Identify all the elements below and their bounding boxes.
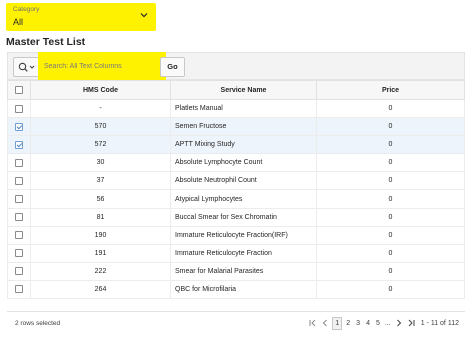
hms-code-cell: 572 (30, 135, 171, 155)
hms-code-cell: 191 (30, 243, 171, 263)
hms-code-cell: 222 (30, 261, 171, 281)
service-name-cell: Absolute Lymphocyte Count (170, 153, 317, 173)
row-select-cell[interactable] (7, 171, 31, 191)
first-page-icon[interactable] (308, 318, 318, 328)
pagination: 1 2 3 4 5 ... 1 - 11 of 112 (307, 316, 459, 330)
price-cell: 0 (316, 171, 465, 191)
page-button-5[interactable]: 5 (374, 318, 382, 329)
next-page-icon[interactable] (394, 318, 404, 328)
category-select[interactable]: Category All (6, 3, 156, 31)
column-header-price[interactable]: Price (316, 80, 465, 100)
row-checkbox[interactable] (15, 158, 23, 167)
service-name-cell: Immature Reticulocyte Fraction(IRF) (170, 225, 317, 245)
row-select-cell[interactable] (7, 261, 31, 281)
row-checkbox[interactable] (15, 104, 23, 113)
price-cell: 0 (316, 135, 465, 155)
column-header-hms-code[interactable]: HMS Code (30, 80, 171, 100)
search-column-button[interactable] (13, 57, 41, 77)
price-cell: 0 (316, 153, 465, 173)
hms-code-cell: 264 (30, 279, 171, 300)
page-range: 1 - 11 of 112 (420, 319, 459, 327)
service-name-cell: Platlets Manual (170, 98, 317, 119)
price-cell: 0 (316, 207, 465, 227)
select-all-checkbox[interactable] (15, 86, 23, 94)
row-checkbox[interactable] (15, 213, 23, 222)
page-button-1[interactable]: 1 (332, 316, 343, 330)
service-name-cell: Atypical Lymphocytes (170, 189, 317, 209)
row-checkbox[interactable] (15, 195, 23, 204)
hms-code-cell: 570 (30, 117, 171, 137)
row-checkbox[interactable] (15, 122, 23, 131)
page-button-2[interactable]: 2 (344, 318, 352, 329)
service-name-cell: Smear for Malarial Parasites (170, 261, 317, 281)
row-checkbox[interactable] (15, 176, 23, 185)
table-row[interactable]: 30 Absolute Lymphocyte Count 0 (7, 153, 465, 173)
hms-code-cell: 81 (30, 207, 171, 227)
service-name-cell: QBC for Microfilaria (170, 279, 317, 300)
search-field (38, 52, 166, 80)
go-button[interactable]: Go (160, 57, 185, 77)
master-test-grid: HMS Code Service Name Price - Platlets Ma… (7, 80, 465, 300)
grid-footer: 2 rows selected 1 2 3 4 5 ... 1 - 11 of … (7, 311, 465, 333)
price-cell: 0 (316, 98, 465, 119)
table-row[interactable]: - Platlets Manual 0 (7, 98, 465, 119)
page-title: Master Test List (6, 36, 86, 48)
row-select-cell[interactable] (7, 279, 31, 300)
chevron-down-icon (140, 13, 148, 18)
row-checkbox[interactable] (15, 267, 23, 276)
table-row[interactable]: 81 Buccal Smear for Sex Chromatin 0 (7, 207, 465, 227)
header-row: HMS Code Service Name Price (7, 80, 465, 100)
column-header-service-name[interactable]: Service Name (170, 80, 317, 100)
table-row[interactable]: 191 Immature Reticulocyte Fraction 0 (7, 243, 465, 263)
table-row[interactable]: 572 APTT Mixing Study 0 (7, 135, 465, 155)
search-icon (18, 62, 35, 72)
price-cell: 0 (316, 261, 465, 281)
hms-code-cell: 37 (30, 171, 171, 191)
service-name-cell: Buccal Smear for Sex Chromatin (170, 207, 317, 227)
row-select-cell[interactable] (7, 225, 31, 245)
row-select-cell[interactable] (7, 207, 31, 227)
toolbar: Go (7, 52, 465, 80)
row-select-cell[interactable] (7, 153, 31, 173)
table-row[interactable]: 190 Immature Reticulocyte Fraction(IRF) 0 (7, 225, 465, 245)
row-checkbox[interactable] (15, 231, 23, 240)
page-button-4[interactable]: 4 (364, 318, 372, 329)
service-name-cell: APTT Mixing Study (170, 135, 317, 155)
row-checkbox[interactable] (15, 140, 23, 149)
category-label: Category (13, 6, 40, 13)
last-page-icon[interactable] (406, 318, 416, 328)
rows-selected-status: 2 rows selected (15, 320, 61, 327)
row-select-cell[interactable] (7, 98, 31, 119)
category-value: All (13, 17, 24, 27)
select-all-header[interactable] (7, 80, 31, 100)
price-cell: 0 (316, 117, 465, 137)
table-row[interactable]: 570 Semen Fructose 0 (7, 117, 465, 137)
table-row[interactable]: 56 Atypical Lymphocytes 0 (7, 189, 465, 209)
price-cell: 0 (316, 189, 465, 209)
page-ellipsis: ... (384, 319, 391, 327)
row-select-cell[interactable] (7, 189, 31, 209)
search-input[interactable] (44, 60, 159, 72)
price-cell: 0 (316, 225, 465, 245)
hms-code-cell: 190 (30, 225, 171, 245)
service-name-cell: Semen Fructose (170, 117, 317, 137)
hms-code-cell: 56 (30, 189, 171, 209)
price-cell: 0 (316, 243, 465, 263)
page-button-3[interactable]: 3 (354, 318, 362, 329)
row-select-cell[interactable] (7, 243, 31, 263)
service-name-cell: Immature Reticulocyte Fraction (170, 243, 317, 263)
table-row[interactable]: 37 Absolute Neutrophil Count 0 (7, 171, 465, 191)
row-checkbox[interactable] (15, 285, 23, 294)
hms-code-cell: - (30, 98, 171, 119)
row-select-cell[interactable] (7, 135, 31, 155)
price-cell: 0 (316, 279, 465, 300)
table-row[interactable]: 222 Smear for Malarial Parasites 0 (7, 261, 465, 281)
service-name-cell: Absolute Neutrophil Count (170, 171, 317, 191)
row-select-cell[interactable] (7, 117, 31, 137)
row-checkbox[interactable] (15, 249, 23, 258)
table-row[interactable]: 264 QBC for Microfilaria 0 (7, 279, 465, 300)
previous-page-icon[interactable] (320, 318, 330, 328)
hms-code-cell: 30 (30, 153, 171, 173)
